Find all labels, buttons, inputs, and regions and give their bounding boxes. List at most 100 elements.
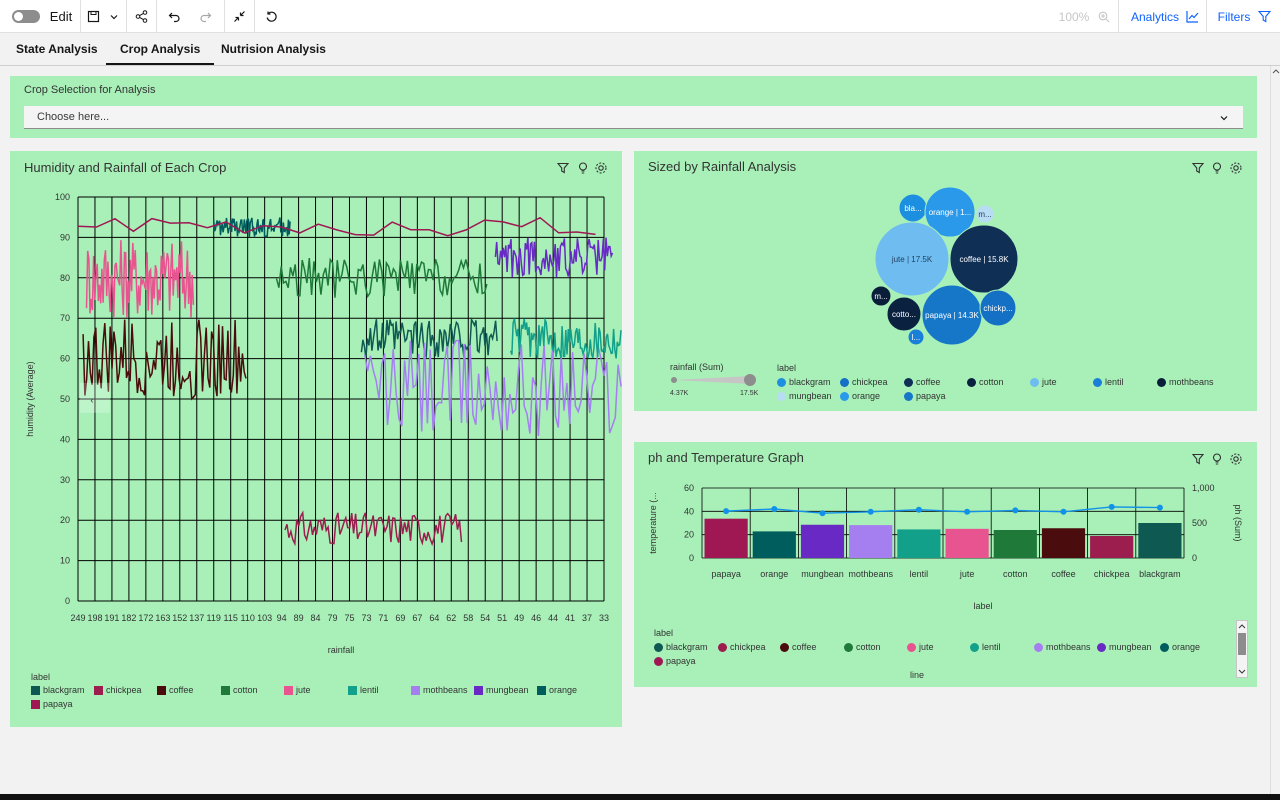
chevron-down-icon[interactable] [106,0,122,33]
legend-item-jute[interactable]: jute [284,685,311,695]
legend-item-blackgram[interactable]: blackgram [31,685,85,695]
crop-select-dropdown[interactable]: Choose here... [24,106,1243,129]
x-tick-label: 51 [497,613,507,623]
tab-bar: State Analysis Crop Analysis Nutrision A… [0,33,1280,66]
bar-mungbean [800,524,845,558]
legend-item-coffee[interactable]: coffee [904,377,940,387]
page-scrollbar[interactable] [1270,66,1280,794]
x-tick-label: 37 [582,613,592,623]
legend-item-blackgram[interactable]: blackgram [654,642,708,652]
legend-item-lentil[interactable]: lentil [348,685,379,695]
redo-icon[interactable] [196,0,214,33]
reset-icon[interactable] [262,0,280,33]
legend-item-blackgram[interactable]: blackgram [777,377,831,387]
legend-item-mungbean[interactable]: mungbean [474,685,529,695]
legend-item-coffee[interactable]: coffee [780,642,816,652]
x-tick-label: blackgram [1139,569,1181,579]
x-tick-label: 84 [311,613,321,623]
legend-item-mothbeans[interactable]: mothbeans [411,685,468,695]
ph-point-jute [964,508,971,515]
divider [224,0,225,33]
x-tick-label: 75 [344,613,354,623]
edit-toggle[interactable] [12,10,40,23]
legend-scrollbar-thumb[interactable] [1238,633,1246,655]
x-tick-label: 172 [138,613,153,623]
legend-item-orange[interactable]: orange [840,391,880,401]
chevron-down-icon[interactable] [1238,669,1246,675]
legend-swatch [31,699,40,709]
divider [126,0,127,33]
bubble-label: papaya | 14.3K [925,311,979,320]
legend-item-papaya[interactable]: papaya [654,656,696,666]
chart-icon[interactable] [1184,0,1200,33]
legend-label: cotton [233,685,258,695]
legend-item-lentil[interactable]: lentil [970,642,1001,652]
legend-item-mothbeans[interactable]: mothbeans [1157,377,1214,387]
legend-item-papaya[interactable]: papaya [31,699,73,709]
lightbulb-icon[interactable] [576,161,590,175]
ph-point-blackgram [1156,504,1163,511]
bar-orange [752,531,796,558]
legend-item-cotton[interactable]: cotton [221,685,258,695]
bar-blackgram [1138,523,1182,558]
legend-item-cotton[interactable]: cotton [967,377,1004,387]
undo-icon[interactable] [165,0,183,33]
y-left-tick-label: 0 [689,553,694,563]
x-tick-label: papaya [711,569,741,579]
legend-item-chickpea[interactable]: chickpea [94,685,142,695]
chevron-up-icon[interactable] [1238,623,1246,629]
legend-item-coffee[interactable]: coffee [157,685,193,695]
bubble-label: coffee | 15.8K [959,255,1009,264]
chevron-up-icon[interactable] [1272,68,1280,74]
collapse-icon[interactable] [230,0,248,33]
tab-crop-analysis[interactable]: Crop Analysis [105,33,215,66]
legend-dot [777,377,786,387]
legend-item-jute[interactable]: jute [907,642,934,652]
legend-item-lentil[interactable]: lentil [1093,377,1124,387]
series-line-chickpea [284,510,463,547]
x-tick-label: 73 [361,613,371,623]
legend-item-chickpea[interactable]: chickpea [840,377,888,387]
settings-icon[interactable] [594,161,608,175]
share-icon[interactable] [132,0,150,33]
size-legend-max: 17.5K [740,390,759,397]
legend-label: orange [1172,642,1201,652]
bar-cotton [993,530,1037,558]
legend-item-jute[interactable]: jute [1030,377,1057,387]
legend-item-mungbean[interactable]: mungbean [1097,642,1152,652]
analytics-button[interactable]: Analytics [1128,0,1182,33]
legend-label: mungbean [486,685,529,695]
legend-item-orange[interactable]: orange [537,685,577,695]
filter-icon[interactable] [1256,0,1272,33]
edit-label[interactable]: Edit [46,0,76,33]
legend-item-mothbeans[interactable]: mothbeans [1034,642,1091,652]
bar-papaya [704,518,748,558]
bar-chickpea [1090,535,1134,558]
chevron-down-icon [1220,116,1228,121]
filters-button[interactable]: Filters [1214,0,1254,33]
crop-select-placeholder: Choose here... [37,111,110,123]
legend-swatch [348,685,357,695]
save-icon[interactable] [84,0,102,33]
ph-point-orange [771,506,778,512]
divider [80,0,81,33]
tab-state-analysis[interactable]: State Analysis [16,33,98,66]
legend-scrollbar[interactable] [1236,620,1248,678]
x-tick-label: 198 [87,613,102,623]
legend-label: jute [296,685,311,695]
legend-item-mungbean[interactable]: mungbean [777,391,832,401]
legend-item-papaya[interactable]: papaya [904,391,946,401]
legend-item-chickpea[interactable]: chickpea [718,642,766,652]
legend-dot [907,642,916,652]
x-tick-label: 115 [224,613,238,623]
legend-label: papaya [43,699,73,709]
legend-item-orange[interactable]: orange [1160,642,1200,652]
legend-label: cotton [979,377,1004,387]
legend-item-cotton[interactable]: cotton [844,642,881,652]
filter-icon[interactable] [556,161,570,175]
tab-nutrision-analysis[interactable]: Nutrision Analysis [221,33,326,66]
zoom-icon[interactable] [1096,0,1112,33]
x-tick-label: 46 [531,613,541,623]
x-tick-label: 152 [172,613,187,623]
legend-label: orange [852,391,881,401]
